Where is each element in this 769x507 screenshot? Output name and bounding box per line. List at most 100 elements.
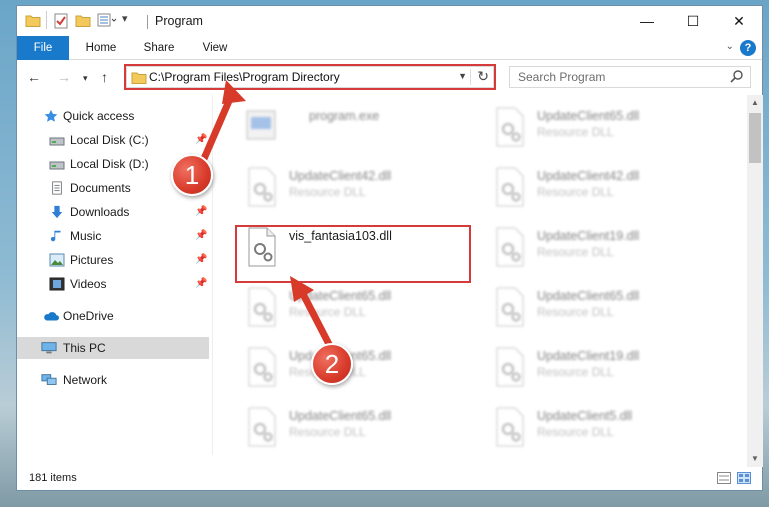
sidebar-item-videos[interactable]: Videos 📌 [17,273,209,295]
sidebar-item-local-disk-c[interactable]: Local Disk (C:) 📌 [17,129,209,151]
tab-file[interactable]: File [17,36,69,60]
cloud-icon [44,312,59,321]
sidebar-item-label: Local Disk (D:) [70,157,149,171]
back-arrow-icon[interactable]: ← [27,69,41,85]
address-divider [470,69,471,85]
window-title: Program [155,14,203,28]
pin-icon[interactable]: 📌 [195,225,207,247]
pin-icon[interactable]: 📌 [195,249,207,271]
file-item[interactable]: UpdateClient42.dll Resource DLL [233,163,463,219]
search-icon [730,70,743,83]
recent-locations-icon[interactable]: ▾ [83,73,88,84]
file-item[interactable]: UpdateClient19.dll Resource DLL [481,223,711,279]
file-type: Resource DLL [537,245,614,259]
title-bar: ▾ Program — ☐ ✕ [17,6,762,36]
dll-file-icon [248,347,276,387]
pin-icon[interactable]: 📌 [195,129,207,151]
file-type: Resource DLL [537,305,614,319]
large-icons-view-icon[interactable] [737,472,751,484]
file-item[interactable]: UpdateClient42.dll Resource DLL [481,163,711,219]
file-name: UpdateClient19.dll [537,349,640,363]
address-dropdown-icon[interactable]: ▼ [458,71,467,81]
step-1-callout: 1 [171,154,213,196]
sidebar-item-downloads[interactable]: Downloads 📌 [17,201,209,223]
sidebar-item-label: Videos [70,277,107,291]
file-item[interactable]: UpdateClient65.dll Resource DLL [481,283,711,339]
expand-ribbon-icon[interactable]: ⌄ [726,41,734,52]
search-input[interactable]: Search Program [518,70,605,84]
details-view-icon[interactable] [717,472,731,484]
tab-share[interactable]: Share [137,36,181,60]
computer-icon [41,342,57,354]
dll-file-icon [496,227,524,267]
properties-icon[interactable] [53,13,69,29]
step-2-callout: 2 [311,343,353,385]
star-icon [44,109,58,122]
documents-icon [52,181,62,195]
pictures-icon [49,253,65,267]
file-type: Resource DLL [289,425,366,439]
ribbon-tabs: File Home Share View ⌄ ? [17,36,762,60]
file-type: Resource DLL [537,425,614,439]
sidebar-item-pictures[interactable]: Pictures 📌 [17,249,209,271]
customize-toolbar-icon[interactable]: ▾ [122,12,128,25]
dll-file-icon [248,167,276,207]
help-button[interactable]: ? [740,40,756,56]
toolbar-divider [46,11,47,29]
view-options-icon[interactable] [97,13,117,27]
address-bar[interactable]: C:\Program Files\Program Directory ▼ ↻ [126,66,494,88]
file-type: Resource DLL [289,305,366,319]
file-item[interactable]: UpdateClient65.dll Resource DLL [233,283,463,339]
folder-icon [25,15,41,27]
sidebar-item-music[interactable]: Music 📌 [17,225,209,247]
tab-home[interactable]: Home [79,36,123,60]
music-icon [50,230,61,242]
file-list: program.exe UpdateClient65.dll Resource … [213,95,747,455]
sidebar-item-label: OneDrive [63,309,114,323]
scroll-thumb[interactable] [749,113,761,163]
exe-file-icon [246,110,276,140]
file-name: UpdateClient65.dll [289,409,392,423]
file-type: Resource DLL [537,125,614,139]
pin-icon[interactable]: 📌 [195,273,207,295]
file-name: UpdateClient42.dll [537,169,640,183]
sidebar-item-label: Quick access [63,109,135,123]
file-item[interactable]: UpdateClient5.dll Resource DLL [481,403,711,455]
tab-view[interactable]: View [193,36,237,60]
dll-file-icon [248,407,276,447]
dll-file-icon [496,107,524,147]
file-type: Resource DLL [537,185,614,199]
dll-file-icon [496,167,524,207]
sidebar-item-label: Local Disk (C:) [70,133,149,147]
sidebar-item-onedrive[interactable]: OneDrive [17,305,209,327]
file-item-vis-fantasia103[interactable]: vis_fantasia103.dll [233,223,463,279]
dll-file-icon [248,227,276,267]
file-item[interactable]: UpdateClient65.dll Resource DLL [481,103,711,159]
status-bar: 181 items [17,468,762,490]
file-item[interactable]: UpdateClient19.dll Resource DLL [481,343,711,399]
file-item[interactable]: program.exe [233,103,463,159]
search-box[interactable]: Search Program [509,66,751,88]
up-arrow-icon[interactable]: ↑ [101,69,108,85]
file-item[interactable]: UpdateClient65.dll Resource DLL [233,403,463,455]
scroll-down-icon[interactable]: ▼ [747,451,763,467]
refresh-icon[interactable]: ↻ [477,68,489,85]
close-button[interactable]: ✕ [716,6,762,36]
sidebar-item-network[interactable]: Network [17,369,209,391]
minimize-button[interactable]: — [624,6,670,36]
forward-arrow-icon[interactable]: → [57,69,71,85]
download-icon [51,205,63,219]
sidebar-item-label: Music [70,229,102,243]
dll-file-icon [496,407,524,447]
file-name: UpdateClient65.dll [537,289,640,303]
sidebar-item-this-pc[interactable]: This PC [17,337,209,359]
sidebar-item-quick-access[interactable]: Quick access [17,105,209,127]
scroll-up-icon[interactable]: ▲ [747,95,763,111]
videos-icon [49,277,65,291]
pin-icon[interactable]: 📌 [195,201,207,223]
folder-icon [131,72,147,84]
maximize-button[interactable]: ☐ [670,6,716,36]
vertical-scrollbar[interactable]: ▲ ▼ [747,95,763,467]
new-folder-icon[interactable] [75,13,91,27]
sidebar-item-label: Documents [70,181,131,195]
